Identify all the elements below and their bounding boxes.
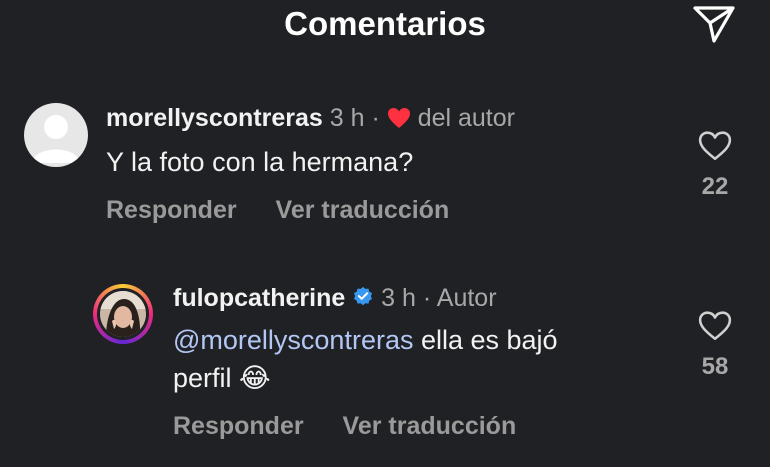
verified-badge-icon — [354, 286, 373, 306]
avatar[interactable] — [93, 284, 153, 344]
timestamp: 3 h — [329, 104, 365, 132]
default-avatar-icon — [32, 115, 80, 163]
send-icon[interactable] — [692, 4, 736, 44]
author-label: Autor — [436, 284, 497, 312]
like-heart-icon[interactable] — [698, 130, 732, 162]
like-count: 58 — [701, 353, 729, 380]
author-heart-icon — [387, 108, 410, 128]
comment-text: Y la foto con la hermana? — [106, 147, 414, 177]
reply-actions: Responder Ver traducción — [173, 412, 548, 441]
username[interactable]: morellyscontreras — [106, 104, 323, 132]
avatar[interactable] — [24, 103, 88, 167]
page-title: Comentarios — [284, 5, 486, 42]
mention-link[interactable]: @morellyscontreras — [173, 325, 413, 355]
like-column: 22 — [685, 130, 745, 201]
author-badge-label: del autor — [417, 104, 515, 132]
translate-button[interactable]: Ver traducción — [343, 412, 517, 440]
comment-meta: morellyscontreras 3 h · del autor — [106, 102, 515, 134]
like-count: 22 — [701, 173, 729, 200]
translate-button[interactable]: Ver traducción — [276, 196, 450, 224]
avatar-ring-inner — [97, 288, 149, 340]
comment-actions: Responder Ver traducción — [106, 196, 481, 225]
reply-text: ella es bajó — [413, 325, 558, 355]
timestamp: 3 h — [381, 284, 416, 312]
separator: · — [371, 104, 380, 132]
like-column: 58 — [685, 310, 745, 381]
reply-text-line2: perfil 😂 — [173, 358, 271, 398]
reply-text-continued: perfil — [173, 363, 232, 393]
laughing-emoji: 😂 — [239, 363, 271, 393]
profile-photo — [100, 291, 146, 337]
separator: · — [422, 284, 432, 312]
reply-meta: fulopcatherine 3 h · Autor — [173, 282, 497, 314]
reply-button[interactable]: Responder — [106, 196, 237, 224]
reply-button[interactable]: Responder — [173, 412, 304, 440]
reply-text-line1: @morellyscontreras ella es bajó — [173, 320, 558, 360]
like-heart-icon[interactable] — [698, 310, 732, 342]
username[interactable]: fulopcatherine — [173, 284, 345, 312]
